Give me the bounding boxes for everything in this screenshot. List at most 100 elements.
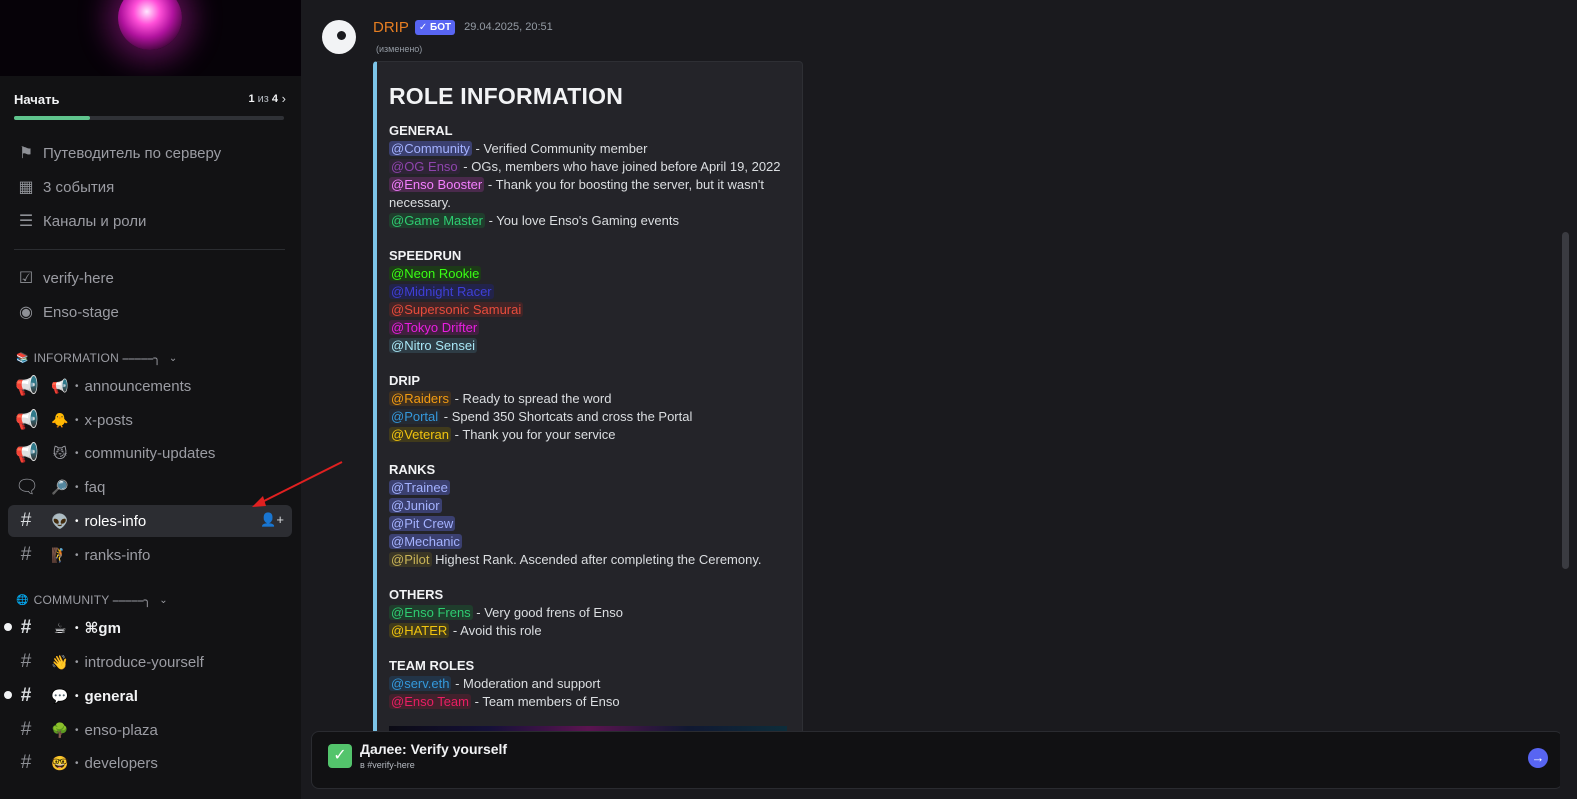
onboarding-progress-fill	[14, 116, 90, 120]
message-author[interactable]: DRIP	[373, 19, 409, 36]
role-line: @Supersonic Samurai	[389, 301, 789, 319]
message-timestamp: 29.04.2025, 20:51	[464, 21, 553, 33]
role-mention[interactable]: @Raiders	[389, 391, 451, 406]
channel-roles-info[interactable]: # 👽 • roles-info 👤+	[8, 505, 292, 537]
sidebar-item-server-guide[interactable]: ⚑ Путеводитель по серверу	[8, 137, 292, 169]
channel-emoji: ☕	[53, 619, 67, 636]
channel-community-updates[interactable]: 📢 😼 • community-updates	[8, 437, 292, 469]
channel-label: developers	[84, 754, 158, 772]
main-scrollbar[interactable]	[1560, 0, 1577, 799]
channel-ranks-info[interactable]: # 🧗 • ranks-info	[8, 539, 292, 571]
separator-dot: •	[75, 656, 79, 668]
channel-enso-plaza[interactable]: # 🌳 • enso-plaza	[8, 714, 292, 746]
role-mention[interactable]: @Veteran	[389, 427, 452, 442]
role-mention[interactable]: @Enso Team	[389, 694, 471, 709]
channel-emoji: 👽	[51, 512, 69, 529]
channel-announcements[interactable]: 📢 📢 • announcements	[8, 370, 292, 402]
edited-label: (изменено)	[376, 44, 423, 54]
embed-section-heading: GENERAL	[389, 123, 453, 138]
scrollbar-thumb[interactable]	[1562, 232, 1569, 569]
separator-dot: •	[75, 757, 79, 769]
separator-dot: •	[75, 380, 79, 392]
role-mention[interactable]: @Enso Booster	[389, 177, 485, 192]
channel-gm[interactable]: # ☕ • ⌘gm	[4, 612, 292, 644]
channel-general[interactable]: # 💬 • general	[4, 680, 292, 712]
onboarding-progress-bar	[14, 116, 284, 120]
hash-icon: #	[20, 719, 32, 740]
role-description: - Moderation and support	[451, 676, 601, 691]
chevron-right-icon[interactable]: ›	[282, 91, 286, 106]
channel-emoji: 🧗	[51, 546, 69, 563]
channel-emoji: 🌳	[51, 721, 69, 738]
channel-emoji: 📢	[51, 377, 69, 394]
separator-dot: •	[75, 549, 79, 561]
bot-avatar[interactable]	[322, 20, 356, 54]
server-sidebar: Начать 1 из 4 › ⚑ Путеводитель по сервер…	[0, 0, 301, 799]
role-mention[interactable]: @Junior	[389, 498, 442, 513]
channel-label: x-posts	[84, 411, 133, 429]
role-mention[interactable]: @OG Enso	[389, 159, 460, 174]
role-description: - Spend 350 Shortcats and cross the Port…	[440, 409, 693, 424]
channel-developers[interactable]: # 🤓 • developers	[8, 747, 292, 779]
megaphone-icon: 📢	[15, 376, 39, 397]
sidebar-item-events[interactable]: ▦ 3 события	[8, 171, 292, 203]
chevron-down-icon: ⌄	[159, 594, 168, 606]
role-description: Highest Rank. Ascended after completing …	[431, 552, 762, 567]
channel-label: ranks-info	[84, 546, 151, 564]
add-member-icon[interactable]: 👤+	[260, 512, 284, 528]
role-line: @Midnight Racer	[389, 283, 789, 301]
separator-dot: •	[75, 414, 79, 426]
onboarding-progress[interactable]: Начать 1 из 4 ›	[14, 90, 286, 124]
role-mention[interactable]: @Supersonic Samurai	[389, 302, 524, 317]
arrow-right-icon[interactable]: →	[1528, 748, 1548, 768]
role-mention[interactable]: @Trainee	[389, 480, 450, 495]
role-mention[interactable]: @Pit Crew	[389, 516, 456, 531]
role-mention[interactable]: @Game Master	[389, 213, 485, 228]
role-description: - Thank you for your service	[451, 427, 616, 442]
channel-label: enso-plaza	[84, 721, 158, 739]
forum-icon: 🗨	[15, 477, 40, 498]
onboarding-title: Начать	[14, 92, 60, 107]
role-mention[interactable]: @HATER	[389, 623, 450, 638]
role-mention[interactable]: @Enso Frens	[389, 605, 473, 620]
hash-icon: #	[20, 685, 32, 706]
channel-introduce-yourself[interactable]: # 👋 • introduce-yourself	[8, 646, 292, 678]
channel-label: faq	[84, 478, 106, 496]
role-line: @Tokyo Drifter	[389, 319, 789, 337]
role-line: @Raiders - Ready to spread the word	[389, 390, 789, 408]
category-information[interactable]: 📚 INFORMATION ⎯⎯⎯⎯⎯╮ ⌄	[16, 349, 178, 367]
role-line: @Pit Crew	[389, 515, 789, 533]
check-icon: ✓	[328, 744, 352, 768]
role-line: @Trainee	[389, 479, 789, 497]
channel-faq[interactable]: 🗨 🔎 • faq	[8, 471, 292, 503]
hash-icon: #	[20, 651, 32, 672]
role-mention[interactable]: @Mechanic	[389, 534, 462, 549]
role-line: @Enso Booster - Thank you for boosting t…	[389, 176, 789, 212]
channel-emoji: 🔎	[51, 478, 69, 495]
message-header: DRIP ✓ БОТ 29.04.2025, 20:51	[373, 18, 553, 36]
category-label: INFORMATION ⎯⎯⎯⎯⎯╮	[33, 350, 161, 365]
role-mention[interactable]: @Neon Rookie	[389, 266, 482, 281]
role-mention[interactable]: @Community	[389, 141, 472, 156]
next-step-bar[interactable]: ✓ Далее: Verify yourself в #verify-here …	[311, 731, 1563, 789]
embed-section-heading: RANKS	[389, 462, 436, 477]
role-mention[interactable]: @Pilot	[389, 552, 432, 567]
channel-label: community-updates	[84, 444, 216, 462]
role-mention[interactable]: @serv.eth	[389, 676, 452, 691]
role-mention[interactable]: @Portal	[389, 409, 441, 424]
embed-title: ROLE INFORMATION	[389, 83, 624, 109]
category-community[interactable]: 🌐 COMMUNITY ⎯⎯⎯⎯⎯╮ ⌄	[16, 591, 168, 609]
onboarding-step-counter: 1 из 4	[248, 93, 278, 105]
sidebar-item-channels-roles[interactable]: ☰ Каналы и роли	[8, 205, 292, 237]
channel-enso-stage[interactable]: ◉ Enso-stage	[8, 296, 292, 328]
role-mention[interactable]: @Midnight Racer	[389, 284, 494, 299]
channel-label: ⌘gm	[84, 620, 121, 637]
role-mention[interactable]: @Nitro Sensei	[389, 338, 478, 353]
separator-dot: •	[75, 622, 79, 634]
channel-verify-here[interactable]: ☑ verify-here	[8, 262, 292, 294]
signpost-icon: ⚑	[18, 145, 34, 162]
channel-x-posts[interactable]: 📢 🐥 • x-posts	[8, 404, 292, 436]
channel-label: introduce-yourself	[84, 653, 204, 671]
role-mention[interactable]: @Tokyo Drifter	[389, 320, 480, 335]
